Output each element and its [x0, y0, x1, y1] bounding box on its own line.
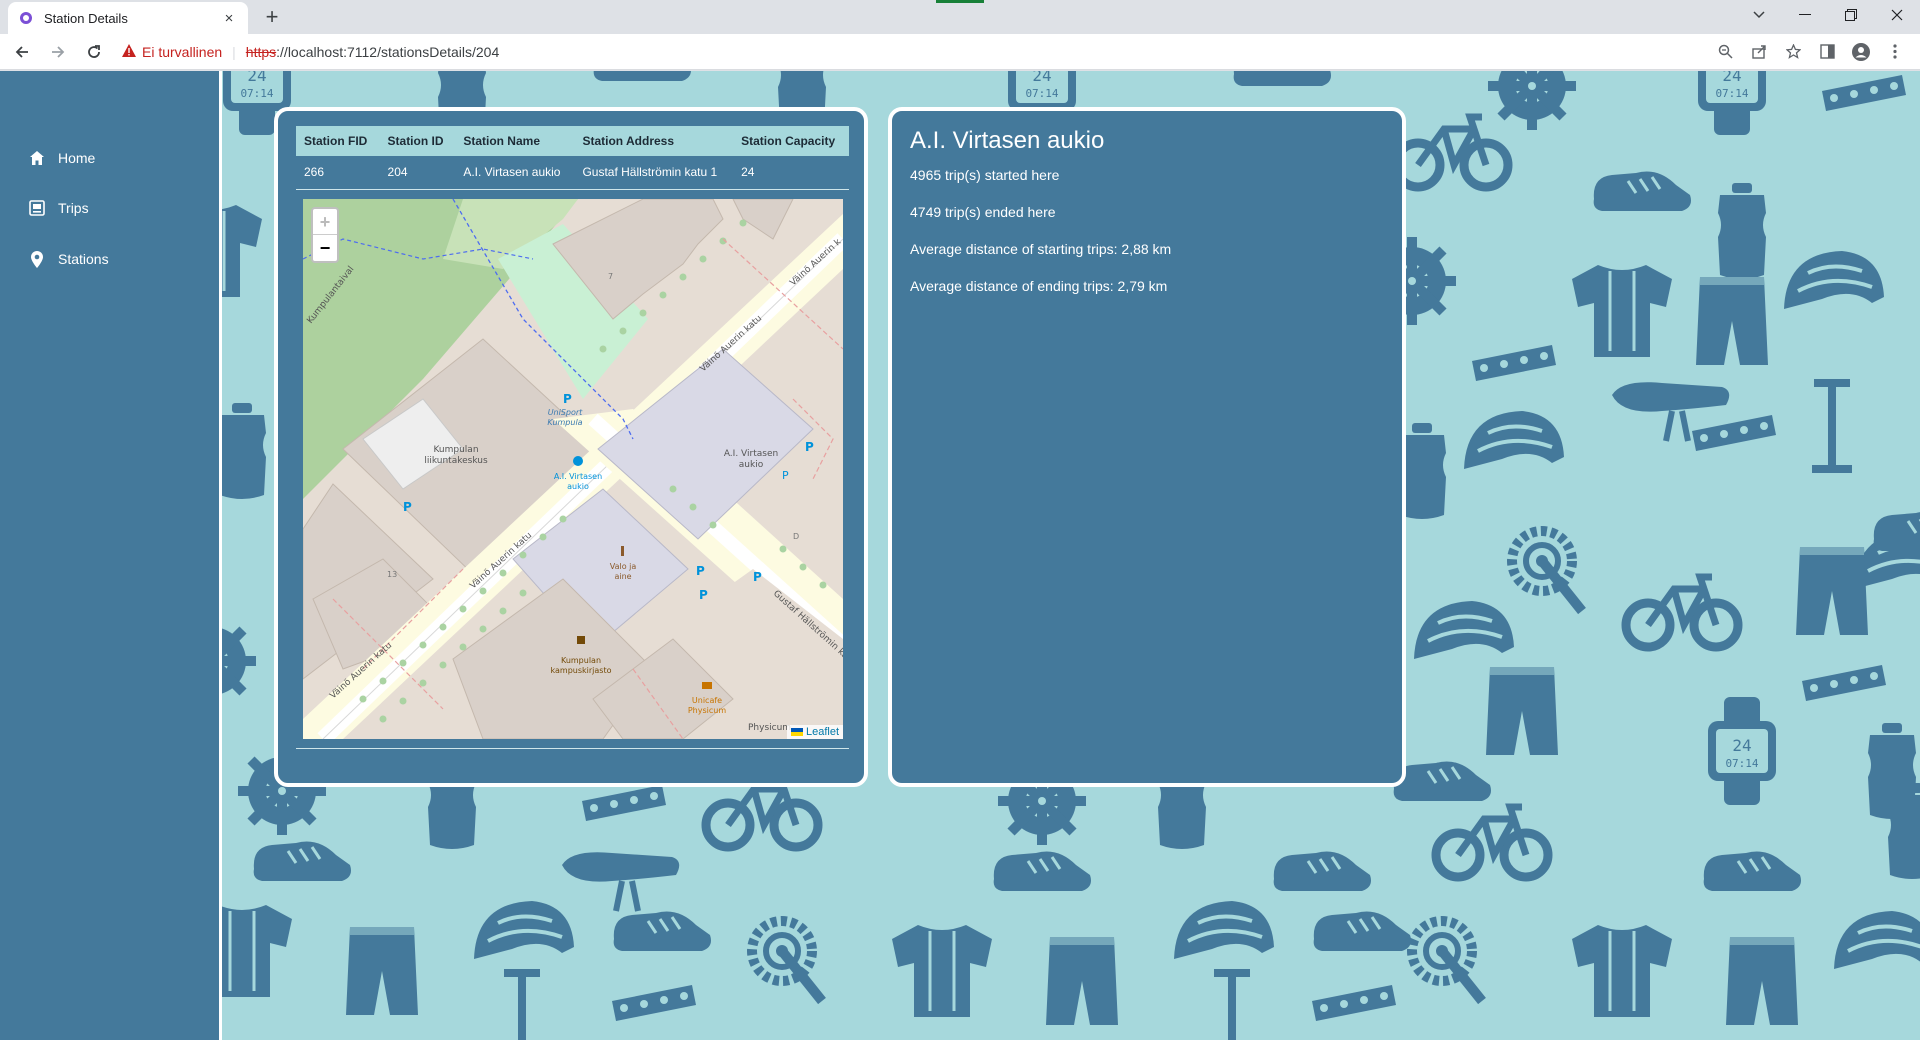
trips-icon: [28, 199, 46, 217]
column-header: Station Capacity: [733, 126, 849, 156]
tab-close-icon[interactable]: ×: [220, 10, 238, 27]
column-header: Station Address: [574, 126, 734, 156]
map-label: Kumpula: [547, 418, 582, 427]
cell-station-name: A.I. Virtasen aukio: [455, 156, 575, 190]
map-label: aine: [614, 572, 631, 581]
tab-title: Station Details: [44, 10, 128, 26]
close-window-icon[interactable]: [1874, 0, 1920, 30]
map-label: Physicum: [688, 706, 726, 715]
table-row: 266 204 A.I. Virtasen aukio Gustaf Hälls…: [296, 156, 849, 190]
trips-started-text: 4965 trip(s) started here: [910, 167, 1060, 183]
svg-text:P: P: [699, 588, 708, 602]
map-label: 13: [387, 570, 397, 579]
trips-ended-text: 4749 trip(s) ended here: [910, 204, 1056, 220]
browser-tab-bar: Station Details × +: [0, 0, 1920, 34]
forward-icon[interactable]: [44, 38, 72, 66]
station-map[interactable]: P P P P P P P Kumpulantaival Väinö Aueri…: [303, 199, 843, 739]
leaflet-link[interactable]: Leaflet: [806, 726, 839, 738]
map-label: Unicafe: [692, 696, 722, 705]
map-pin-icon: [28, 250, 46, 268]
sidebar-item-trips[interactable]: Trips: [28, 199, 89, 217]
map-label: UniSport: [548, 408, 583, 417]
sidebar-item-label: Trips: [58, 200, 89, 216]
station-table: Station FID Station ID Station Name Stat…: [296, 126, 849, 190]
map-label: Kumpulan: [433, 445, 478, 455]
svg-text:P: P: [805, 440, 814, 454]
profile-icon[interactable]: [1844, 38, 1878, 66]
address-bar[interactable]: Ei turvallinen | https ://localhost:7112…: [122, 38, 1708, 66]
station-details: A.I. Virtasen aukio 4965 trip(s) started…: [910, 127, 1171, 315]
cell-station-capacity: 24: [733, 156, 849, 190]
sidebar-item-label: Stations: [58, 251, 109, 267]
url-text: ://localhost:7112/stationsDetails/204: [276, 43, 500, 60]
column-header: Station Name: [455, 126, 575, 156]
map-label: aukio: [567, 482, 589, 491]
column-header: Station FID: [296, 126, 380, 156]
map-label: Valo ja: [610, 562, 637, 571]
map-label: D: [793, 532, 799, 541]
map-label: 7: [608, 272, 613, 281]
map-label: aukio: [739, 460, 764, 470]
url-scheme: https: [245, 43, 277, 60]
warning-icon[interactable]: [122, 43, 136, 60]
security-label[interactable]: Ei turvallinen: [142, 44, 222, 60]
zoom-in-button[interactable]: +: [313, 209, 337, 235]
share-icon[interactable]: [1742, 38, 1776, 66]
browser-toolbar: Ei turvallinen | https ://localhost:7112…: [0, 34, 1920, 70]
map-attribution: Leaflet: [786, 725, 843, 739]
home-icon: [28, 149, 46, 167]
browser-tab[interactable]: Station Details ×: [8, 2, 248, 34]
sidebar-item-home[interactable]: Home: [28, 149, 95, 167]
map-zoom-control: + −: [311, 207, 339, 263]
restore-icon[interactable]: [1828, 0, 1874, 30]
page-content: 24 07:14: [0, 71, 1920, 1040]
bookmark-star-icon[interactable]: [1776, 38, 1810, 66]
ukraine-flag-icon: [790, 728, 803, 736]
svg-text:P: P: [753, 570, 762, 584]
cell-station-fid: 266: [296, 156, 380, 190]
map-label: liikuntakeskus: [424, 456, 488, 466]
map-label: Kumpulan: [561, 656, 601, 665]
svg-text:P: P: [696, 564, 705, 578]
station-details-card: A.I. Virtasen aukio 4965 trip(s) started…: [888, 107, 1406, 787]
favicon-icon: [18, 10, 34, 26]
map-label: Physicum: [748, 723, 791, 733]
table-header-row: Station FID Station ID Station Name Stat…: [296, 126, 849, 156]
sidebar: Home Trips Stations: [0, 71, 222, 1040]
minimize-icon[interactable]: [1782, 0, 1828, 30]
avg-start-distance-text: Average distance of starting trips: 2,88…: [910, 241, 1172, 257]
svg-text:P: P: [403, 500, 412, 514]
divider: [296, 748, 849, 749]
svg-text:P: P: [563, 392, 572, 406]
window-controls: [1736, 0, 1920, 30]
back-icon[interactable]: [8, 38, 36, 66]
station-title: A.I. Virtasen aukio: [910, 127, 1105, 154]
menu-icon[interactable]: [1878, 38, 1912, 66]
map-label: kampuskirjasto: [551, 666, 612, 675]
column-header: Station ID: [379, 126, 456, 156]
zoom-icon[interactable]: [1708, 38, 1742, 66]
cell-station-id: 204: [379, 156, 456, 190]
zoom-out-button[interactable]: −: [313, 235, 337, 261]
side-panel-icon[interactable]: [1810, 38, 1844, 66]
sidebar-item-label: Home: [58, 150, 96, 166]
tab-search-icon[interactable]: [1736, 0, 1782, 30]
tab-indicator: [936, 0, 984, 3]
map-tiles[interactable]: P P P P P P P Kumpulantaival Väinö Aueri…: [303, 199, 843, 739]
address-separator: |: [232, 43, 236, 60]
station-info-card: Station FID Station ID Station Name Stat…: [274, 107, 868, 787]
sidebar-item-stations[interactable]: Stations: [28, 250, 109, 268]
toolbar-icons: [1708, 38, 1912, 66]
new-tab-button[interactable]: +: [258, 4, 286, 32]
map-label: A.I. Virtasen: [554, 472, 602, 481]
map-label: A.I. Virtasen: [724, 449, 778, 459]
cell-station-address: Gustaf Hällströmin katu 1: [574, 156, 734, 190]
svg-text:P: P: [782, 469, 789, 482]
avg-end-distance-text: Average distance of ending trips: 2,79 k…: [910, 278, 1168, 294]
reload-icon[interactable]: [80, 38, 108, 66]
